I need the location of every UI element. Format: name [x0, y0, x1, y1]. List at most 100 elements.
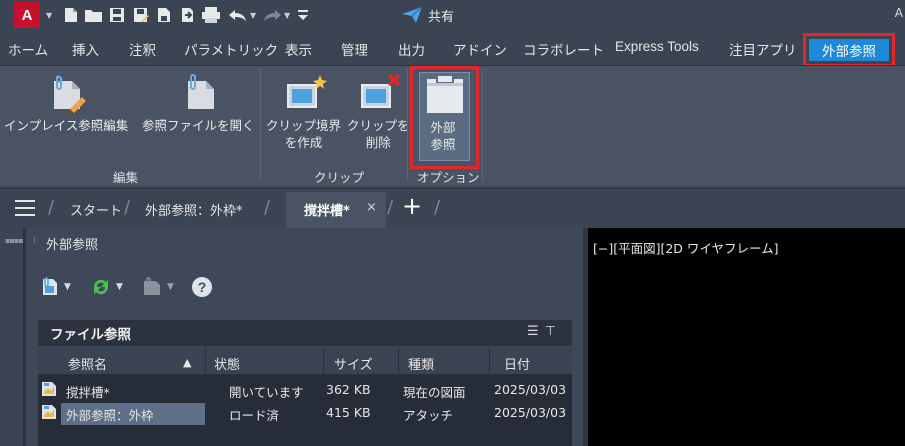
open-reference-button[interactable]: 参照ファイルを開く [142, 71, 255, 134]
refresh-dropdown-icon[interactable]: ▼ [116, 282, 123, 292]
drawing-viewport[interactable] [588, 228, 905, 446]
xref-palette-button-content[interactable]: 外部 参照 [423, 73, 463, 153]
file-tab-agitator[interactable]: 撹拌槽* [304, 200, 350, 219]
column-header-size[interactable]: サイズ [334, 354, 373, 373]
undo-dropdown-icon[interactable]: ▼ [250, 5, 256, 25]
tab-xref[interactable]: 外部参照 [809, 39, 889, 61]
delete-clip-label: クリップを 削除 [347, 117, 410, 151]
create-clip-boundary-button[interactable]: クリップ境界 を作成 [266, 71, 341, 151]
xref-palette-title: 外部参照 [46, 238, 99, 253]
tab-separator: / [387, 197, 394, 218]
publish-icon[interactable] [155, 5, 173, 25]
app-dropdown-icon[interactable]: ▼ [46, 5, 52, 25]
tab-express-tools[interactable]: Express Tools [615, 39, 699, 54]
export-icon[interactable] [178, 5, 196, 25]
create-clip-label-line1: クリップ境界 [266, 118, 342, 133]
help-button[interactable]: ? [191, 277, 213, 297]
open-folder-icon[interactable] [84, 5, 104, 25]
redo-icon[interactable] [262, 5, 282, 25]
close-tab-icon[interactable]: × [366, 200, 377, 215]
tab-separator: / [124, 197, 131, 218]
save-icon[interactable] [108, 5, 126, 25]
column-divider[interactable] [323, 347, 324, 375]
refresh-icon [93, 279, 109, 295]
row-2-name[interactable]: 外部参照：外枠 [66, 405, 154, 424]
delete-clip-label-line2: 削除 [365, 135, 391, 150]
inplace-edit-icon [46, 71, 87, 115]
window-title-fragment: A [894, 6, 903, 20]
tab-output[interactable]: 出力 [398, 39, 425, 59]
clipboard-icon [423, 73, 463, 117]
panel-divider [482, 69, 483, 181]
file-tab-start[interactable]: スタート [70, 200, 122, 219]
help-icon: ? [192, 277, 212, 297]
inplace-edit-button[interactable]: インプレイス参照編集 [4, 71, 128, 134]
tree-view-icon[interactable]: ⊤ [545, 324, 556, 339]
attach-icon [43, 277, 57, 295]
svg-text:?: ? [198, 279, 207, 295]
tab-home[interactable]: ホーム [8, 39, 48, 59]
tab-featured-apps[interactable]: 注目アプリ [729, 39, 797, 59]
viewport-controls-label[interactable]: [−][平面図][2D ワイヤフレーム] [593, 238, 779, 257]
list-view-icon[interactable]: ☰ [527, 324, 539, 339]
plot-icon[interactable] [201, 5, 221, 25]
file-tab-xref-outer[interactable]: 外部参照：外枠* [145, 200, 243, 219]
change-path-dropdown-icon: ▼ [167, 282, 174, 292]
tab-annotate[interactable]: 注釈 [129, 39, 156, 59]
panel-title-options: オプション [417, 170, 480, 185]
share-label[interactable]: 共有 [428, 6, 454, 25]
quick-access-toolbar: A ▼ ▼ ▼ 共有 A [0, 0, 905, 31]
tab-parametric[interactable]: パラメトリック [184, 39, 278, 59]
tab-xref-highlight: 外部参照 [803, 33, 895, 67]
app-menu-button[interactable]: A [14, 2, 40, 28]
undo-icon[interactable] [228, 5, 248, 25]
tab-insert[interactable]: 挿入 [72, 39, 99, 59]
attach-dropdown-icon[interactable]: ▼ [64, 282, 71, 292]
column-divider[interactable] [205, 347, 206, 375]
column-divider[interactable] [489, 347, 490, 375]
hamburger-menu-icon[interactable] [15, 200, 35, 216]
column-header-status[interactable]: 状態 [214, 354, 240, 373]
row-2-date: 2025/03/03 [494, 405, 567, 420]
change-path-icon [144, 277, 160, 295]
tab-view[interactable]: 表示 [285, 39, 312, 59]
open-reference-icon [178, 71, 218, 115]
attach-dwg-button[interactable]: ▼ [40, 277, 71, 297]
row-1-size: 362 KB [326, 382, 371, 397]
customize-qat-icon[interactable] [296, 5, 310, 25]
tab-separator: / [434, 197, 441, 218]
xref-button-label-line1: 外部 [430, 120, 456, 135]
open-reference-label: 参照ファイルを開く [142, 118, 255, 133]
file-tab-bar: / スタート / 外部参照：外枠* / 撹拌槽* × / + / [0, 188, 905, 228]
grip-icon[interactable]: ▪▪▪▪ [5, 236, 24, 245]
xref-button-label-line2: 参照 [430, 137, 456, 152]
row-1-date: 2025/03/03 [494, 382, 567, 397]
row-2-size: 415 KB [326, 405, 371, 420]
tab-separator: / [48, 197, 55, 218]
delete-clip-button[interactable]: クリップを 削除 [347, 71, 410, 151]
change-path-button: ▼ [141, 277, 174, 297]
inplace-edit-label: インプレイス参照編集 [4, 118, 129, 133]
panel-divider [407, 69, 408, 181]
column-header-type[interactable]: 種類 [408, 354, 434, 373]
row-2-type: アタッチ [403, 408, 454, 423]
palette-grip-icon[interactable]: ⁞ [33, 236, 36, 246]
share-icon[interactable] [401, 5, 423, 25]
row-1-name[interactable]: 撹拌槽* [66, 382, 110, 401]
sort-ascending-icon[interactable]: ▲ [183, 356, 191, 369]
new-tab-icon[interactable]: + [402, 192, 422, 220]
column-divider[interactable] [398, 347, 399, 375]
left-dock-gutter [0, 228, 24, 446]
tab-collaborate[interactable]: コラボレート [523, 39, 604, 59]
new-file-icon[interactable] [62, 5, 80, 25]
save-as-icon[interactable] [132, 5, 150, 25]
refresh-button[interactable]: ▼ [90, 277, 123, 297]
redo-dropdown-icon[interactable]: ▼ [284, 5, 290, 25]
column-header-date[interactable]: 日付 [504, 354, 530, 373]
tab-addins[interactable]: アドイン [453, 39, 507, 59]
column-header-name[interactable]: 参照名 [68, 354, 107, 373]
create-clip-label-line2: を作成 [284, 135, 323, 150]
row-2-status: ロード済 [229, 408, 280, 423]
tab-manage[interactable]: 管理 [341, 39, 368, 59]
row-1-type: 現在の図面 [403, 385, 466, 400]
